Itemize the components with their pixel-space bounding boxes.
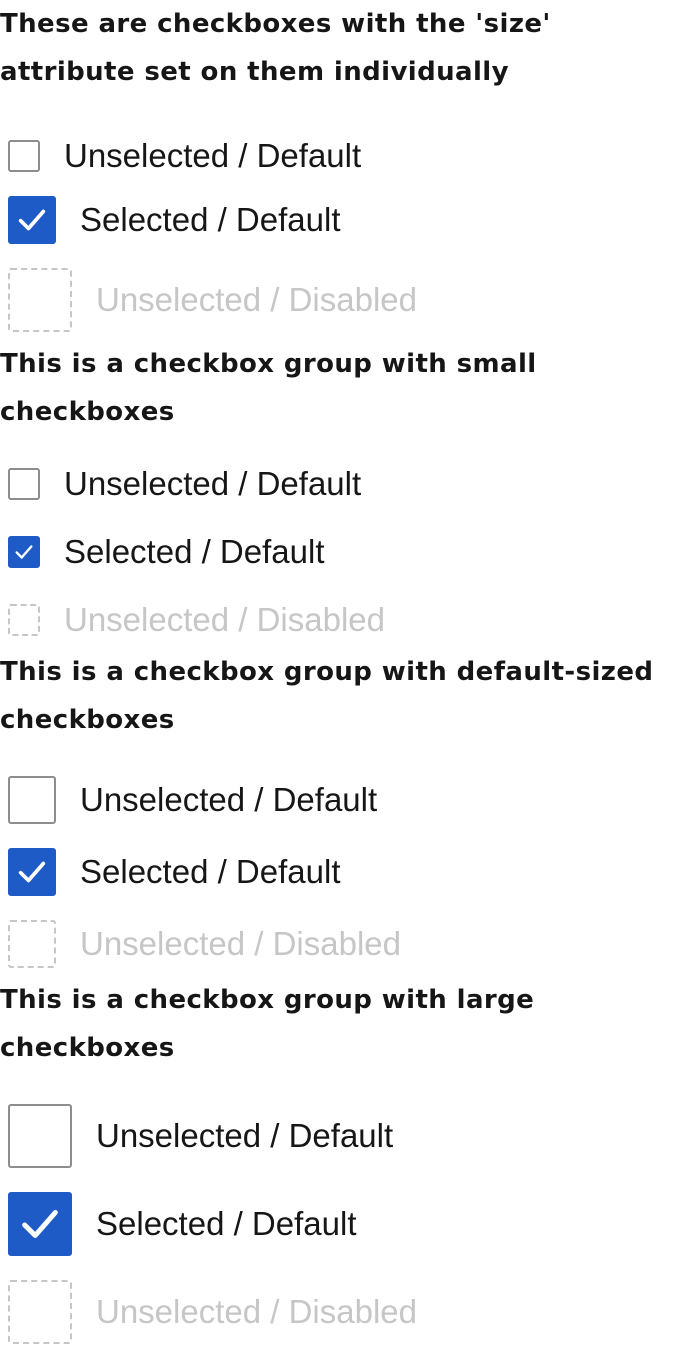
section-heading-default-group: This is a checkbox group with default-si… [0, 657, 654, 735]
checkbox-row-large-disabled: Unselected / Disabled [8, 1280, 417, 1344]
checkbox-label-disabled: Unselected / Disabled [96, 281, 418, 318]
checkbox-default-checked[interactable] [8, 848, 56, 896]
checkbox-row-individual-unselected[interactable]: Unselected / Default [8, 136, 361, 176]
checkbox-large-unchecked[interactable] [8, 1104, 72, 1168]
checkmark-icon [18, 861, 46, 883]
checkbox-default-unchecked[interactable] [8, 776, 56, 824]
checkbox-label: Selected / Default [80, 853, 341, 890]
checkbox-row-default-selected[interactable]: Selected / Default [8, 848, 341, 896]
checkbox-small-unchecked[interactable] [8, 140, 40, 172]
checkbox-row-default-unselected[interactable]: Unselected / Default [8, 776, 377, 824]
checkbox-label: Selected / Default [64, 533, 325, 570]
checkbox-label: Selected / Default [96, 1205, 357, 1242]
checkbox-label-disabled: Unselected / Disabled [80, 925, 402, 962]
section-heading-small-group: This is a checkbox group with small chec… [0, 349, 537, 427]
checkbox-small-unchecked[interactable] [8, 468, 40, 500]
section-heading-large-group: This is a checkbox group with large chec… [0, 985, 535, 1063]
checkbox-label-disabled: Unselected / Disabled [96, 1293, 418, 1330]
checkbox-label: Unselected / Default [96, 1117, 394, 1154]
checkbox-small-checked[interactable] [8, 536, 40, 568]
checkbox-row-default-disabled: Unselected / Disabled [8, 920, 401, 968]
checkbox-row-large-unselected[interactable]: Unselected / Default [8, 1104, 393, 1168]
checkbox-row-small-selected[interactable]: Selected / Default [8, 532, 325, 572]
checkbox-label: Unselected / Default [64, 465, 362, 502]
checkbox-row-individual-selected[interactable]: Selected / Default [8, 196, 341, 244]
checkbox-row-individual-disabled: Unselected / Disabled [8, 268, 417, 332]
checkbox-default-checked[interactable] [8, 196, 56, 244]
checkbox-large-disabled [8, 1280, 72, 1344]
checkmark-icon [22, 1210, 58, 1238]
checkbox-large-checked[interactable] [8, 1192, 72, 1256]
checkmark-icon [15, 545, 33, 559]
checkbox-label: Selected / Default [80, 201, 341, 238]
checkbox-row-small-disabled: Unselected / Disabled [8, 600, 385, 640]
checkbox-label-disabled: Unselected / Disabled [64, 601, 386, 638]
checkbox-label: Unselected / Default [80, 781, 378, 818]
checkbox-label: Unselected / Default [64, 137, 362, 174]
section-heading-individual-sizes: These are checkboxes with the 'size' att… [0, 9, 551, 87]
checkbox-row-small-unselected[interactable]: Unselected / Default [8, 464, 361, 504]
checkmark-icon [18, 209, 46, 231]
checkbox-row-large-selected[interactable]: Selected / Default [8, 1192, 357, 1256]
checkbox-small-disabled [8, 604, 40, 636]
checkbox-large-disabled [8, 268, 72, 332]
checkbox-default-disabled [8, 920, 56, 968]
